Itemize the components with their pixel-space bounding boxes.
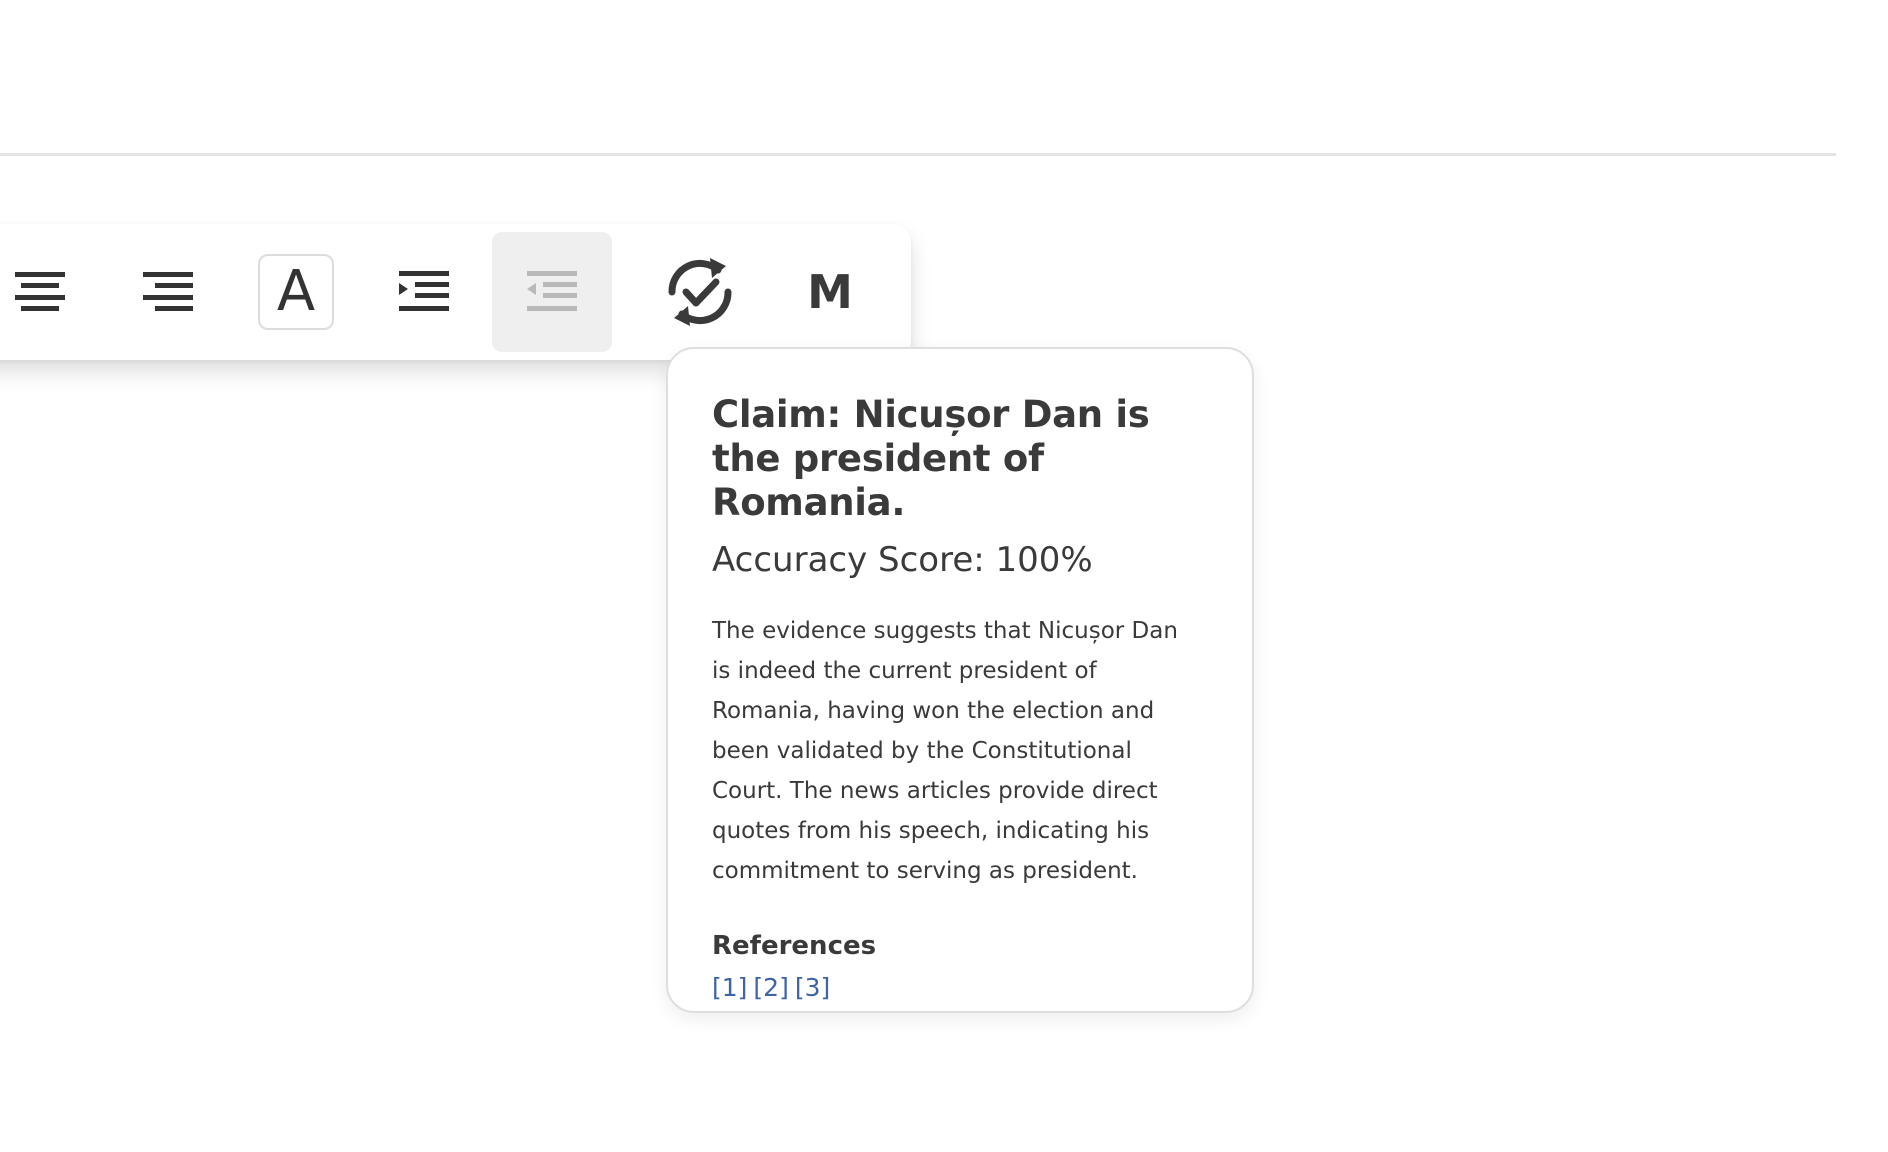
m-button[interactable]: M xyxy=(770,232,890,352)
font-icon: A xyxy=(258,254,334,330)
refresh-check-icon xyxy=(668,258,732,326)
align-right-icon xyxy=(143,272,193,311)
reference-link-2[interactable]: [2] xyxy=(753,973,788,1002)
align-center-icon xyxy=(15,272,65,311)
references-heading: References xyxy=(712,931,877,961)
reference-link-1[interactable]: [1] xyxy=(712,973,747,1002)
claim-title: Claim: Nicușor Dan is the president of R… xyxy=(712,393,1150,524)
outdent-button[interactable] xyxy=(492,232,612,352)
header-divider xyxy=(0,153,1836,156)
explanation-text: The evidence suggests that Nicușor Dan i… xyxy=(712,618,1178,884)
font-button[interactable]: A xyxy=(236,232,356,352)
outdent-icon xyxy=(527,271,577,311)
indent-icon xyxy=(399,271,449,311)
align-center-button[interactable] xyxy=(0,232,100,352)
formatting-toolbar: A M xyxy=(0,224,911,360)
align-right-button[interactable] xyxy=(108,232,228,352)
letter-m-icon: M xyxy=(807,265,853,319)
reference-link-3[interactable]: [3] xyxy=(795,973,830,1002)
accuracy-score: Accuracy Score: 100% xyxy=(712,540,1093,580)
references-list: [1] [2] [3] xyxy=(712,971,1212,1005)
indent-button[interactable] xyxy=(364,232,484,352)
fact-check-button[interactable] xyxy=(640,232,760,352)
fact-check-popover: Claim: Nicușor Dan is the president of R… xyxy=(666,347,1254,1013)
font-glyph: A xyxy=(276,259,316,324)
